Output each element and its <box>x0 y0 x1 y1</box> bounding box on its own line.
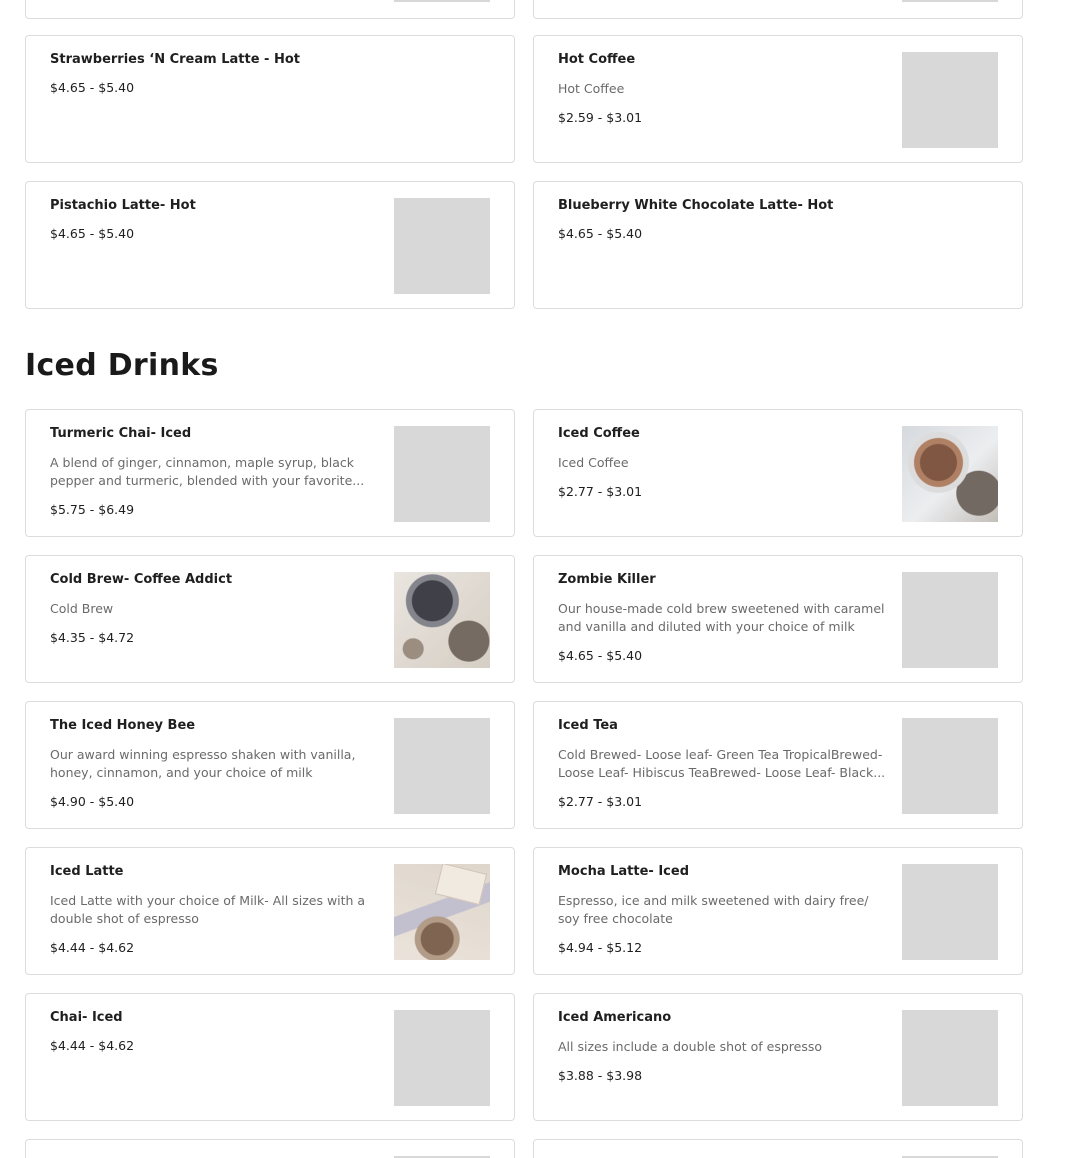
item-name: Blueberry White Chocolate Latte- Hot <box>558 198 834 213</box>
item-price: $2.77 - $3.01 <box>558 794 643 809</box>
menu-item-card[interactable]: Pistachio Latte- Hot $4.65 - $5.40 <box>25 181 515 309</box>
item-image-placeholder <box>902 718 998 814</box>
item-image-placeholder <box>394 718 490 814</box>
item-price: $3.88 - $3.98 <box>558 1068 643 1083</box>
item-name: Hot Coffee <box>558 52 636 67</box>
item-image-placeholder <box>394 426 490 522</box>
item-image-placeholder <box>902 864 998 960</box>
item-description: Our house-made cold brew sweetened with … <box>558 601 885 634</box>
menu-item-card[interactable]: Cold Brew- Coffee Addict Cold Brew $4.35… <box>25 555 515 683</box>
item-price: $2.77 - $3.01 <box>558 484 643 499</box>
menu-page: Strawberries ‘N Cream Latte - Hot $4.65 … <box>0 0 1070 1158</box>
item-description: All sizes include a double shot of espre… <box>558 1039 823 1054</box>
menu-item-card[interactable]: Iced Americano All sizes include a doubl… <box>533 993 1023 1121</box>
item-name: Iced Latte <box>50 864 124 879</box>
item-name: The Iced Honey Bee <box>50 718 196 733</box>
coffee-bag-graphic <box>434 864 488 906</box>
item-image-placeholder <box>902 0 998 2</box>
menu-item-card[interactable]: Mocha Latte- Iced Espresso, ice and milk… <box>533 847 1023 975</box>
item-name: Iced Coffee <box>558 426 640 441</box>
cold-brew-image <box>394 572 490 668</box>
menu-item-card[interactable]: Strawberries ‘N Cream Latte - Hot $4.65 … <box>25 35 515 163</box>
item-name: Mocha Latte- Iced <box>558 864 690 879</box>
item-description: Espresso, ice and milk sweetened with da… <box>558 893 869 926</box>
item-name: Iced Americano <box>558 1010 672 1025</box>
item-price: $4.65 - $5.40 <box>50 80 135 95</box>
item-price: $2.59 - $3.01 <box>558 110 643 125</box>
item-image-placeholder <box>902 572 998 668</box>
item-description: Cold Brew <box>50 601 114 616</box>
menu-item-card[interactable]: Zombie Killer Our house-made cold brew s… <box>533 555 1023 683</box>
item-name: Chai- Iced <box>50 1010 123 1025</box>
menu-item-card-partial[interactable] <box>25 0 515 19</box>
menu-item-card[interactable]: Iced Coffee Iced Coffee $2.77 - $3.01 <box>533 409 1023 537</box>
menu-item-card-partial[interactable] <box>533 1139 1023 1158</box>
menu-item-card[interactable]: Hot Coffee Hot Coffee $2.59 - $3.01 <box>533 35 1023 163</box>
menu-item-card[interactable]: The Iced Honey Bee Our award winning esp… <box>25 701 515 829</box>
item-image-placeholder <box>902 52 998 148</box>
item-price: $4.65 - $5.40 <box>50 226 135 241</box>
menu-item-card-partial[interactable] <box>533 0 1023 19</box>
item-name: Zombie Killer <box>558 572 656 587</box>
item-description: Hot Coffee <box>558 81 625 96</box>
item-description: Our award winning espresso shaken with v… <box>50 747 356 780</box>
item-image-placeholder <box>394 198 490 294</box>
item-image-placeholder <box>394 0 490 2</box>
item-description: A blend of ginger, cinnamon, maple syrup… <box>50 455 365 488</box>
item-price: $4.65 - $5.40 <box>558 226 643 241</box>
menu-item-card[interactable]: Blueberry White Chocolate Latte- Hot $4.… <box>533 181 1023 309</box>
item-price: $4.65 - $5.40 <box>558 648 643 663</box>
item-name: Cold Brew- Coffee Addict <box>50 572 233 587</box>
item-price: $4.94 - $5.12 <box>558 940 643 955</box>
item-price: $4.44 - $4.62 <box>50 1038 135 1053</box>
item-name: Strawberries ‘N Cream Latte - Hot <box>50 52 300 67</box>
item-price: $5.75 - $6.49 <box>50 502 135 517</box>
item-price: $4.44 - $4.62 <box>50 940 135 955</box>
menu-item-card[interactable]: Iced Latte Iced Latte with your choice o… <box>25 847 515 975</box>
item-price: $4.35 - $4.72 <box>50 630 135 645</box>
iced-latte-image <box>394 864 490 960</box>
item-name: Pistachio Latte- Hot <box>50 198 196 213</box>
menu-item-card[interactable]: Chai- Iced $4.44 - $4.62 <box>25 993 515 1121</box>
item-name: Turmeric Chai- Iced <box>50 426 192 441</box>
item-description: Cold Brewed- Loose leaf- Green Tea Tropi… <box>558 747 886 780</box>
item-description: Iced Coffee <box>558 455 629 470</box>
section-title-iced-drinks: Iced Drinks <box>25 348 219 383</box>
item-image-placeholder <box>902 1010 998 1106</box>
menu-item-card[interactable]: Turmeric Chai- Iced A blend of ginger, c… <box>25 409 515 537</box>
item-image-placeholder <box>394 1010 490 1106</box>
menu-item-card-partial[interactable] <box>25 1139 515 1158</box>
item-price: $4.90 - $5.40 <box>50 794 135 809</box>
iced-coffee-image <box>902 426 998 522</box>
menu-item-card[interactable]: Iced Tea Cold Brewed- Loose leaf- Green … <box>533 701 1023 829</box>
item-description: Iced Latte with your choice of Milk- All… <box>50 893 366 926</box>
item-name: Iced Tea <box>558 718 618 733</box>
